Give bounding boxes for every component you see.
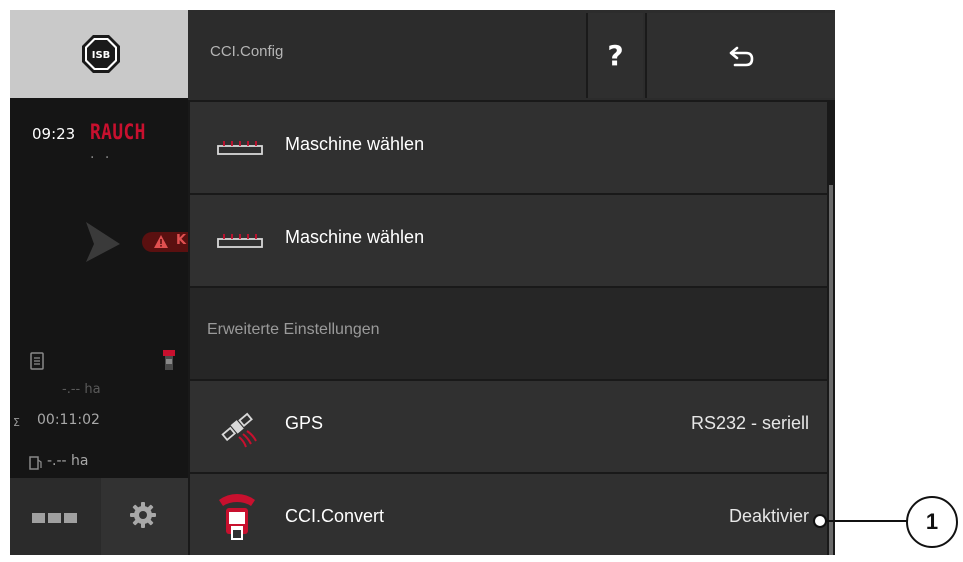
navigation-arrow-icon	[86, 222, 120, 262]
list-item-cci-convert[interactable]: CCI.Convert Deaktivier	[190, 474, 827, 555]
alarm-badge[interactable]: K	[142, 232, 192, 252]
back-arrow-icon	[729, 46, 754, 67]
isb-label: ISB	[92, 50, 111, 61]
list-item-label: Maschine wählen	[285, 227, 425, 247]
warning-icon	[154, 235, 168, 248]
list-item-machine-select-1[interactable]: Maschine wählen	[190, 102, 827, 193]
back-button[interactable]	[645, 13, 835, 98]
status-panel: 09:23 RAUCH · · K -.-- ha Σ 00:11:02 -.-…	[10, 98, 192, 478]
area-value-top: -.-- ha	[62, 382, 101, 397]
isb-icon: ISB	[82, 35, 120, 73]
settings-list: Maschine wählen Maschine wählen Erweiter…	[188, 100, 835, 555]
isb-button[interactable]: ISB	[10, 10, 188, 98]
cci-convert-status: Deaktivier	[728, 506, 809, 526]
list-item-label: Maschine wählen	[285, 134, 425, 154]
alarm-text: K	[176, 233, 187, 248]
implement-icon	[217, 141, 263, 155]
sum-counter-icon: Σ	[13, 416, 20, 429]
gps-satellite-icon	[221, 412, 257, 448]
clock-time: 09:23	[32, 125, 76, 143]
help-button[interactable]: ?	[586, 13, 643, 98]
brand-logo: RAUCH	[90, 120, 146, 144]
left-panel: ISB 09:23 RAUCH · · K -.-- ha Σ 00:11:02…	[10, 10, 192, 555]
callout-number: 1	[906, 496, 958, 548]
callout-anchor	[813, 514, 827, 528]
scrollbar[interactable]	[829, 185, 833, 555]
implement-icon	[217, 234, 263, 248]
document-icon	[30, 352, 44, 370]
app-title: CCI.Config	[210, 43, 284, 60]
list-item-label: CCI.Convert	[285, 506, 385, 526]
list-item-machine-select-2[interactable]: Maschine wählen	[190, 195, 827, 286]
time-counter: 00:11:02	[37, 412, 100, 428]
bottom-toolbar	[10, 478, 188, 555]
section-title: Erweiterte Einstellungen	[207, 321, 380, 338]
status-dots: · ·	[90, 150, 113, 166]
list-item-gps[interactable]: GPS RS232 - seriell	[190, 381, 827, 472]
header-bar: CCI.Config ?	[188, 10, 835, 100]
fuel-icon	[29, 456, 42, 470]
grid-menu-icon	[32, 513, 77, 523]
area-value-bottom: -.-- ha	[47, 453, 89, 469]
sprayer-icon	[163, 350, 175, 370]
section-header-advanced: Erweiterte Einstellungen	[190, 288, 827, 379]
tractor-convert-icon	[219, 494, 255, 540]
settings-button[interactable]	[101, 478, 188, 555]
terminal-screen: ISB 09:23 RAUCH · · K -.-- ha Σ 00:11:02…	[10, 10, 835, 555]
callout-line	[818, 520, 908, 522]
list-item-label: GPS	[285, 413, 324, 433]
gps-setting-value: RS232 - seriell	[690, 413, 809, 433]
gear-icon	[130, 502, 156, 528]
apps-menu-button[interactable]	[10, 478, 100, 555]
